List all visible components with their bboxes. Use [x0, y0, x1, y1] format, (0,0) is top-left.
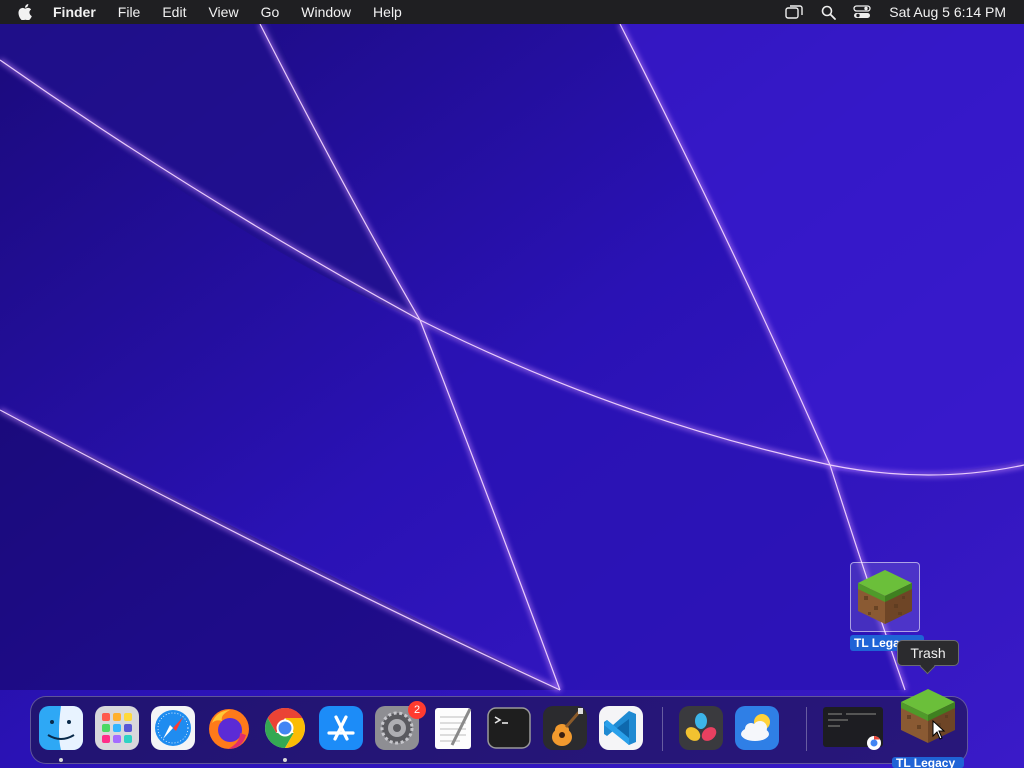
menu-edit[interactable]: Edit	[151, 0, 197, 24]
running-indicator	[283, 758, 287, 762]
dock-safari-icon[interactable]	[150, 705, 196, 751]
notification-badge: 2	[408, 701, 426, 719]
menu-app-finder[interactable]: Finder	[42, 0, 107, 24]
dock-minimized-window-thumbnail[interactable]	[822, 705, 884, 751]
running-indicator	[59, 758, 63, 762]
spotlight-search-icon[interactable]	[811, 0, 845, 24]
menu-bar-clock[interactable]: Sat Aug 5 6:14 PM	[879, 4, 1024, 20]
dock-trash-icon[interactable]	[897, 685, 959, 747]
menu-file[interactable]: File	[107, 0, 152, 24]
dock-vscode-icon[interactable]	[598, 705, 644, 751]
dock-launchpad-icon[interactable]	[94, 705, 140, 751]
dock-garageband-icon[interactable]	[542, 705, 588, 751]
apple-menu-icon[interactable]	[14, 0, 36, 24]
desktop-wallpaper	[0, 0, 1024, 768]
dock-firefox-icon[interactable]	[206, 705, 252, 751]
dock-finder-icon[interactable]	[38, 705, 84, 751]
dock-weather-icon[interactable]	[734, 705, 780, 751]
dock-textedit-icon[interactable]	[430, 705, 476, 751]
dock-tooltip: Trash	[897, 640, 959, 666]
dock-app-store-icon[interactable]	[318, 705, 364, 751]
dragged-item-label: TL Legacy	[892, 757, 964, 768]
menu-view[interactable]: View	[197, 0, 249, 24]
dock-terminal-icon[interactable]	[486, 705, 532, 751]
screen-mirroring-icon[interactable]	[777, 0, 811, 24]
menu-bar: Finder File Edit View Go Window Help Sat…	[0, 0, 1024, 24]
dock-separator	[662, 707, 663, 751]
dock: 2	[30, 689, 968, 764]
menu-window[interactable]: Window	[290, 0, 362, 24]
desktop-icon-tl-legacy[interactable]: TL Legacy	[850, 562, 924, 651]
menu-go[interactable]: Go	[250, 0, 291, 24]
mouse-cursor-icon	[932, 720, 946, 740]
dock-chrome-icon[interactable]	[262, 705, 308, 751]
dock-separator	[806, 707, 807, 751]
dock-davinci-resolve-icon[interactable]	[678, 705, 724, 751]
grass-block-icon	[850, 562, 920, 632]
control-center-icon[interactable]	[845, 0, 879, 24]
menu-help[interactable]: Help	[362, 0, 413, 24]
dock-system-settings-icon[interactable]: 2	[374, 701, 426, 751]
